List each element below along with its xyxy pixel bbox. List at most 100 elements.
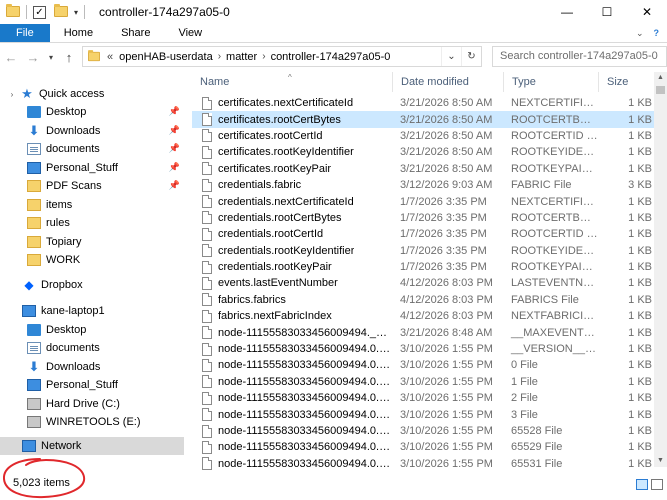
tab-share[interactable]: Share [107, 24, 164, 42]
vertical-scrollbar[interactable]: ▲ ▼ [654, 72, 667, 467]
expand-ribbon-chevron-icon[interactable]: ⌄ [636, 28, 644, 39]
tab-home[interactable]: Home [50, 24, 107, 42]
pin-icon[interactable]: 📌 [169, 125, 180, 136]
file-name-cell[interactable]: certificates.rootKeyPair [192, 162, 392, 176]
file-name-cell[interactable]: node-1115558303345600949​4.0.29.__versi.… [192, 342, 392, 356]
scroll-up-arrow-icon[interactable]: ▲ [654, 72, 667, 84]
file-row[interactable]: node-1115558303345600949​4.__maxEvent...… [192, 324, 654, 340]
sidebar-item-network[interactable]: Network [0, 437, 184, 455]
sidebar-item-winretools[interactable]: WINRETOOLS (E:) [0, 413, 184, 431]
large-icons-view-icon[interactable] [651, 479, 663, 490]
file-name-cell[interactable]: node-1115558303345600949​4.0.29.0 [192, 358, 392, 372]
file-name-cell[interactable]: node-1115558303345600949​4.0.29.2 [192, 391, 392, 405]
expand-chevron-icon[interactable]: › [6, 90, 18, 99]
file-row[interactable]: certificates.rootCertId 3/21/2026 8:50 AM… [192, 128, 654, 144]
file-row[interactable]: certificates.nextCertificateId 3/21/2026 … [192, 95, 654, 111]
pin-icon[interactable]: 📌 [169, 143, 180, 154]
search-input[interactable]: Search controller-174a297a05-0 [492, 46, 667, 67]
file-name-cell[interactable]: certificates.rootCertBytes [192, 113, 392, 127]
address-bar[interactable]: « openHAB-userdata › matter › controller… [82, 46, 482, 67]
sidebar-item-rules[interactable]: rules [0, 214, 184, 232]
file-row[interactable]: credentials.rootCertId 1/7/2026 3:35 PM RO… [192, 226, 654, 242]
customize-toolbar-chevron-icon[interactable]: ▾ [74, 8, 78, 17]
sidebar-item-downloads[interactable]: ⬇ Downloads 📌 [0, 122, 184, 140]
file-row[interactable]: credentials.nextCertificateId 1/7/2026 3:… [192, 193, 654, 209]
column-header-size[interactable]: Size [599, 72, 654, 92]
sidebar-item-pc-documents[interactable]: documents [0, 339, 184, 357]
refresh-icon[interactable]: ↻ [461, 47, 481, 66]
breadcrumb-separator-icon[interactable]: › [218, 51, 221, 62]
back-arrow-icon[interactable]: ← [0, 50, 22, 65]
column-header-name[interactable]: ^ Name [192, 72, 393, 92]
file-row[interactable]: fabrics.fabrics 4/12/2026 8:03 PM FABRICS … [192, 292, 654, 308]
column-header-date[interactable]: Date modified [393, 72, 504, 92]
breadcrumb-overflow[interactable]: « [107, 51, 113, 63]
pin-icon[interactable]: 📌 [169, 106, 180, 117]
maximize-button[interactable]: ☐ [587, 0, 627, 24]
breadcrumb-separator-icon[interactable]: › [262, 51, 265, 62]
sidebar-item-quick-access[interactable]: › ★ Quick access [0, 85, 184, 103]
up-arrow-icon[interactable]: ↑ [58, 50, 80, 65]
file-name-cell[interactable]: node-1115558303345600949​4.0.29.65528 [192, 424, 392, 438]
sidebar-item-pc-personal-stuff[interactable]: Personal_Stuff [0, 376, 184, 394]
sidebar-item-topiary[interactable]: Topiary [0, 233, 184, 251]
breadcrumb-openhab-userdata[interactable]: openHAB-userdata [119, 51, 213, 63]
file-name-cell[interactable]: credentials.rootKeyPair [192, 260, 392, 274]
sidebar-item-dropbox[interactable]: ◆ Dropbox [0, 276, 184, 294]
file-row[interactable]: node-1115558303345600949​4.0.29.__versi.… [192, 341, 654, 357]
sidebar-item-hard-drive[interactable]: Hard Drive (C:) [0, 395, 184, 413]
sidebar-item-pc-desktop[interactable]: Desktop [0, 321, 184, 339]
pin-icon[interactable]: 📌 [169, 162, 180, 173]
scrollbar-thumb[interactable] [656, 86, 665, 94]
breadcrumb-matter[interactable]: matter [226, 51, 257, 63]
file-row[interactable]: events.lastEventNumber 4/12/2026 8:03 PM L… [192, 275, 654, 291]
file-row[interactable]: credentials.rootCertBytes 1/7/2026 3:35 P… [192, 210, 654, 226]
file-row[interactable]: certificates.rootKeyIdentifier 3/21/2026 … [192, 144, 654, 160]
scroll-down-arrow-icon[interactable]: ▼ [654, 455, 667, 467]
file-name-cell[interactable]: credentials.rootCertId [192, 227, 392, 241]
file-row[interactable]: credentials.rootKeyPair 1/7/2026 3:35 PM R… [192, 259, 654, 275]
file-name-cell[interactable]: certificates.nextCertificateId [192, 96, 392, 110]
sidebar-item-documents[interactable]: documents 📌 [0, 140, 184, 158]
file-name-cell[interactable]: events.lastEventNumber [192, 276, 392, 290]
properties-quick-icon[interactable]: ✓ [33, 5, 46, 19]
sidebar-item-pc-downloads[interactable]: ⬇ Downloads [0, 358, 184, 376]
file-row[interactable]: node-1115558303345600949​4.0.29.65528 3/1… [192, 423, 654, 439]
file-row[interactable]: node-1115558303345600949​4.0.29.3 3/10/20… [192, 406, 654, 422]
file-name-cell[interactable]: certificates.rootCertId [192, 129, 392, 143]
file-row[interactable]: credentials.fabric 3/12/2026 9:03 AM FABRI… [192, 177, 654, 193]
file-row[interactable]: fabrics.nextFabricIndex 4/12/2026 8:03 PM… [192, 308, 654, 324]
minimize-button[interactable]: — [547, 0, 587, 24]
file-name-cell[interactable]: node-1115558303345600949​4.0.29.3 [192, 408, 392, 422]
help-icon[interactable]: ? [654, 28, 660, 38]
file-name-cell[interactable]: credentials.fabric [192, 178, 392, 192]
file-name-cell[interactable]: credentials.rootKeyIdentifier [192, 244, 392, 258]
file-row[interactable]: certificates.rootCertBytes 3/21/2026 8:50… [192, 111, 654, 128]
recent-locations-chevron-icon[interactable]: ▾ [44, 53, 58, 62]
pin-icon[interactable]: 📌 [169, 180, 180, 191]
sidebar-item-personal-stuff[interactable]: Personal_Stuff 📌 [0, 159, 184, 177]
address-dropdown-chevron-icon[interactable]: ⌄ [441, 47, 461, 66]
file-name-cell[interactable]: certificates.rootKeyIdentifier [192, 145, 392, 159]
file-name-cell[interactable]: node-1115558303345600949​4.__maxEvent... [192, 326, 392, 340]
column-header-type[interactable]: Type [504, 72, 599, 92]
new-folder-icon[interactable] [54, 4, 68, 18]
details-view-icon[interactable] [636, 479, 648, 490]
tab-view[interactable]: View [164, 24, 216, 42]
file-name-cell[interactable]: fabrics.fabrics [192, 293, 392, 307]
file-name-cell[interactable]: node-1115558303345600949​4.0.29.65529 [192, 440, 392, 454]
tab-file[interactable]: File [0, 24, 50, 42]
sidebar-item-work[interactable]: WORK [0, 251, 184, 269]
forward-arrow-icon[interactable]: → [22, 50, 44, 65]
file-row[interactable]: credentials.rootKeyIdentifier 1/7/2026 3:… [192, 243, 654, 259]
file-name-cell[interactable]: credentials.rootCertBytes [192, 211, 392, 225]
sidebar-item-desktop[interactable]: Desktop 📌 [0, 103, 184, 121]
file-row[interactable]: node-1115558303345600949​4.0.29.2 3/10/20… [192, 390, 654, 406]
file-name-cell[interactable]: credentials.nextCertificateId [192, 195, 392, 209]
close-button[interactable]: ✕ [627, 0, 667, 24]
file-row[interactable]: node-1115558303345600949​4.0.29.65529 3/1… [192, 439, 654, 455]
sidebar-item-items[interactable]: items [0, 196, 184, 214]
breadcrumb-controller[interactable]: controller-174a297a05-0 [271, 51, 391, 63]
file-row[interactable]: node-1115558303345600949​4.0.29.1 3/10/20… [192, 374, 654, 390]
file-name-cell[interactable]: node-1115558303345600949​4.0.29.65531 [192, 457, 392, 471]
